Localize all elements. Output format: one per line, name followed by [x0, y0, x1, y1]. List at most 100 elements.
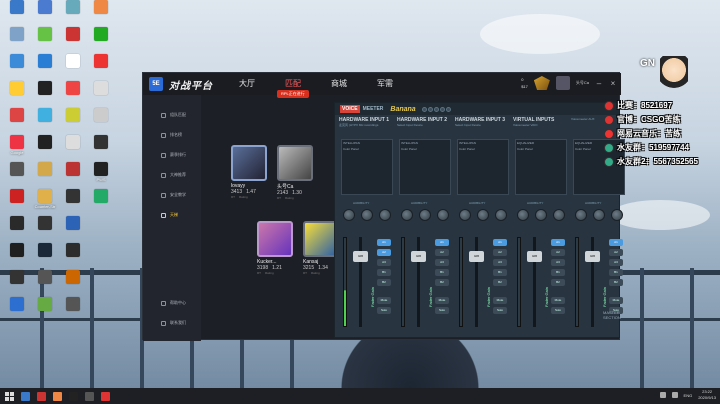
- desktop-icon[interactable]: [58, 108, 88, 134]
- sidebar-item-team-match[interactable]: 组队匹配: [143, 105, 201, 125]
- audibility-knob[interactable]: [419, 209, 431, 221]
- solo-button[interactable]: Solo: [493, 307, 507, 314]
- desktop-icon[interactable]: [58, 81, 88, 107]
- desktop-icon[interactable]: [58, 189, 88, 215]
- bus-button-a2[interactable]: A2: [493, 249, 507, 256]
- desktop-icon[interactable]: [30, 0, 60, 26]
- sidebar-item-ladder[interactable]: 天梯: [143, 205, 201, 225]
- intellipan-panel[interactable]: INTELLIPAN Color Panel: [457, 139, 509, 195]
- bus-button-b1[interactable]: B1: [435, 269, 449, 276]
- bus-button-a1[interactable]: A1: [435, 239, 449, 246]
- bus-button-b2[interactable]: B2: [435, 279, 449, 286]
- comp-knob[interactable]: [343, 209, 355, 221]
- solo-button[interactable]: Solo: [435, 307, 449, 314]
- desktop-icon[interactable]: [2, 243, 32, 269]
- player-card[interactable]: Kucker... 3198 1.21 RT Rating: [257, 221, 297, 275]
- taskbar-app-button[interactable]: [34, 389, 48, 403]
- desktop-icon[interactable]: [30, 162, 60, 188]
- bus-button-a1[interactable]: A1: [551, 239, 565, 246]
- desktop-icon[interactable]: [30, 270, 60, 296]
- strip-device[interactable]: Select Input Device: [397, 123, 453, 127]
- sidebar-item-leaderboard[interactable]: 排名榜: [143, 125, 201, 145]
- sidebar-item-safety[interactable]: 安全教学: [143, 185, 201, 205]
- desktop-icon[interactable]: [2, 0, 32, 26]
- desktop-icon[interactable]: Counter-Str: [30, 189, 60, 215]
- desktop-icon[interactable]: [2, 81, 32, 107]
- gate-knob[interactable]: [553, 209, 565, 221]
- gate-knob[interactable]: [437, 209, 449, 221]
- desktop-icon[interactable]: [30, 81, 60, 107]
- intellipan-panel[interactable]: INTELLIPAN Color Panel: [399, 139, 451, 195]
- audibility-knob[interactable]: [593, 209, 605, 221]
- desktop-icon[interactable]: [30, 27, 60, 53]
- strip-device[interactable]: Select Input Device: [455, 123, 511, 127]
- bus-button-a3[interactable]: A3: [377, 259, 391, 266]
- bus-button-a1[interactable]: A1: [609, 239, 623, 246]
- player-card[interactable]: 头号Ca 2143 1.30 RT Rating: [277, 145, 317, 200]
- strip-device[interactable]: 麦克风 (HYPX Mic recordings: [339, 123, 395, 127]
- solo-button[interactable]: Solo: [551, 307, 565, 314]
- bus-button-a3[interactable]: A3: [493, 259, 507, 266]
- bus-button-a3[interactable]: A3: [609, 259, 623, 266]
- bus-button-b1[interactable]: B1: [493, 269, 507, 276]
- desktop-icon[interactable]: [2, 297, 32, 323]
- fader-knob[interactable]: 0dB: [353, 251, 368, 262]
- desktop-icon[interactable]: [2, 162, 32, 188]
- fader-knob[interactable]: 0dB: [411, 251, 426, 262]
- desktop-icon[interactable]: [58, 135, 88, 161]
- desktop-icon[interactable]: [58, 0, 88, 26]
- gate-knob[interactable]: [495, 209, 507, 221]
- desktop-icon[interactable]: [30, 108, 60, 134]
- desktop-icon[interactable]: [86, 135, 116, 161]
- bus-button-b1[interactable]: B1: [551, 269, 565, 276]
- mute-button[interactable]: Mute: [493, 297, 507, 304]
- nav-mall[interactable]: 商城: [331, 78, 347, 89]
- clock[interactable]: 23:22 2020/9/13: [698, 389, 716, 401]
- equalizer-panel[interactable]: EQUALIZER Color Panel: [515, 139, 567, 195]
- sidebar-item-help[interactable]: 帮助中心: [143, 293, 201, 313]
- strip-device[interactable]: Voicemeeter VAIO: [513, 123, 569, 127]
- fader-knob[interactable]: 0dB: [585, 251, 600, 262]
- desktop-icon[interactable]: [2, 270, 32, 296]
- intellipan-panel[interactable]: INTELLIPAN Color Panel: [341, 139, 393, 195]
- bus-button-b2[interactable]: B2: [377, 279, 391, 286]
- desktop-icon[interactable]: [2, 108, 32, 134]
- mute-button[interactable]: Mute: [435, 297, 449, 304]
- bus-button-b2[interactable]: B2: [551, 279, 565, 286]
- desktop-icon[interactable]: [86, 189, 116, 215]
- nav-match[interactable]: 匹配: [285, 78, 301, 89]
- bus-button-b1[interactable]: B1: [609, 269, 623, 276]
- desktop-icon[interactable]: [2, 189, 32, 215]
- desktop-icon[interactable]: [86, 108, 116, 134]
- input-language[interactable]: ENG: [684, 393, 693, 398]
- comp-knob[interactable]: [517, 209, 529, 221]
- promo-badge[interactable]: RPL正在进行: [277, 90, 309, 98]
- sidebar-item-season[interactable]: 赛季排行: [143, 145, 201, 165]
- comp-knob[interactable]: [459, 209, 471, 221]
- taskbar-app-button[interactable]: [18, 389, 32, 403]
- desktop-icon[interactable]: [2, 216, 32, 242]
- sidebar-item-recommend[interactable]: 大神推荐: [143, 165, 201, 185]
- network-icon[interactable]: [659, 392, 666, 398]
- taskbar-app-button[interactable]: [66, 389, 80, 403]
- desktop-icon[interactable]: [30, 216, 60, 242]
- comp-knob[interactable]: [575, 209, 587, 221]
- username[interactable]: 头号Ca: [576, 80, 589, 86]
- comp-knob[interactable]: [401, 209, 413, 221]
- bus-button-b2[interactable]: B2: [493, 279, 507, 286]
- desktop-icon[interactable]: [2, 27, 32, 53]
- desktop-icon[interactable]: [58, 270, 88, 296]
- bus-button-b1[interactable]: B1: [377, 269, 391, 276]
- solo-button[interactable]: Solo: [377, 307, 391, 314]
- gate-knob[interactable]: [379, 209, 391, 221]
- bus-button-a1[interactable]: A1: [377, 239, 391, 246]
- desktop-icon[interactable]: [30, 54, 60, 80]
- bus-button-a3[interactable]: A3: [435, 259, 449, 266]
- audibility-knob[interactable]: [535, 209, 547, 221]
- desktop-icon[interactable]: [86, 81, 116, 107]
- desktop-icon[interactable]: [58, 162, 88, 188]
- desktop-icon[interactable]: [58, 243, 88, 269]
- desktop-icon[interactable]: [30, 297, 60, 323]
- taskbar-app-button[interactable]: [50, 389, 64, 403]
- sidebar-item-contact[interactable]: 联系我们: [143, 313, 201, 333]
